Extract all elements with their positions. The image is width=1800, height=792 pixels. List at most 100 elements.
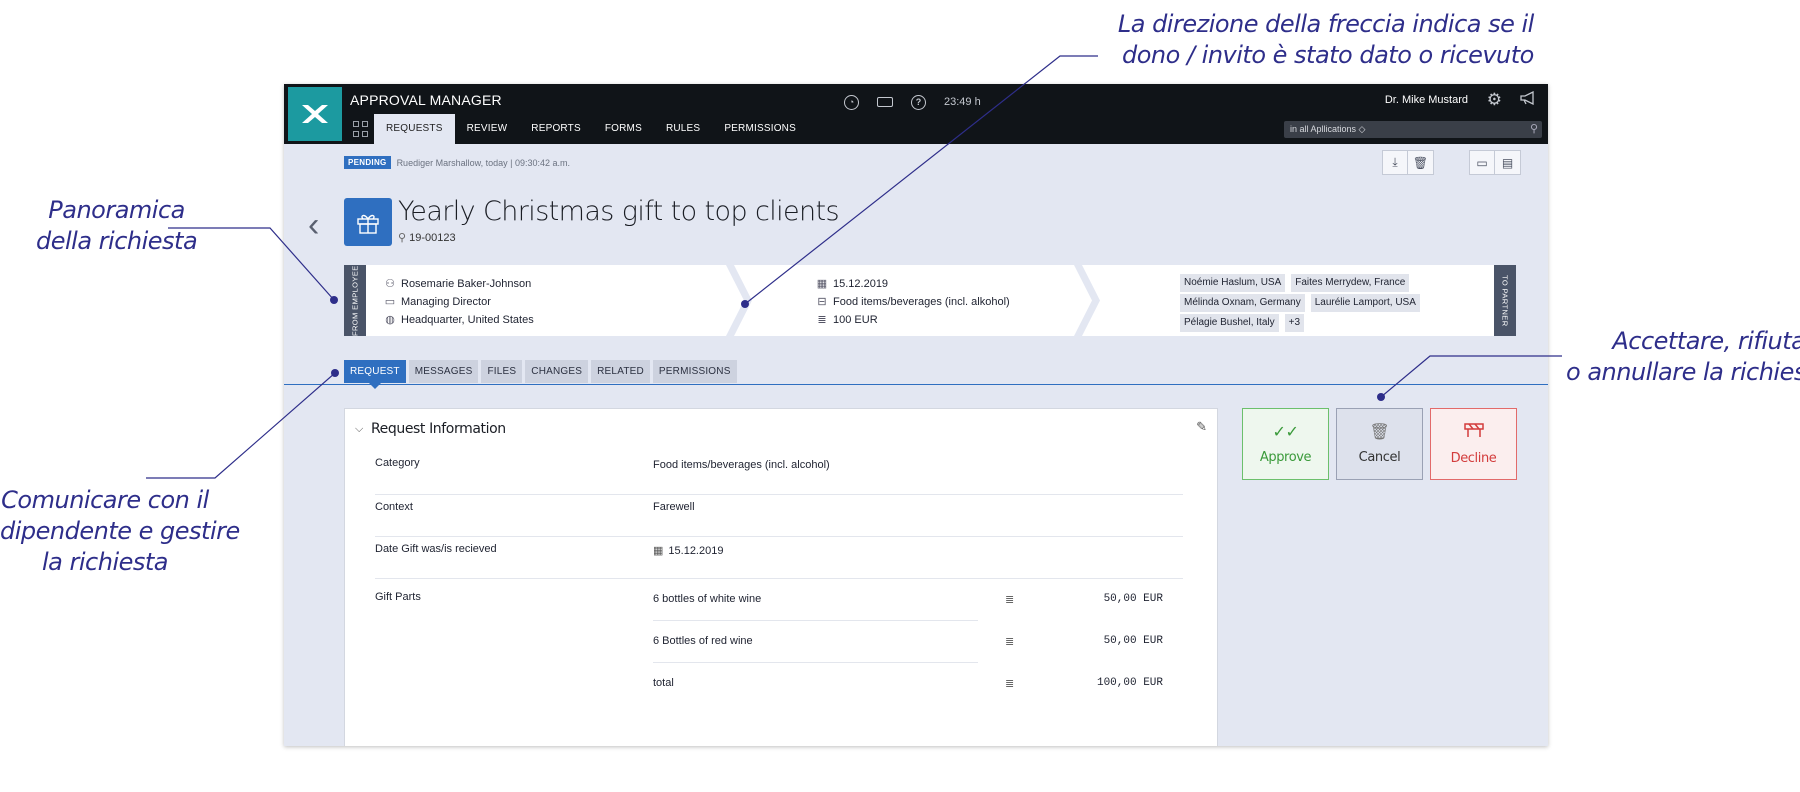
more-partners-chip[interactable]: +3	[1284, 314, 1305, 332]
gift-part-name: 6 bottles of white wine	[653, 593, 762, 605]
gift-date-line: ▦ 15.12.2019	[816, 275, 1010, 293]
decline-button[interactable]: Decline	[1430, 408, 1517, 480]
annotation-line: Comunicare con il	[1, 486, 209, 514]
employee-name-line: ⚇ Rosemarie Baker-Johnson	[384, 275, 534, 293]
coins-icon: ≣	[1005, 636, 1015, 648]
nav-rules[interactable]: RULES	[654, 114, 712, 144]
approve-label: Approve	[1259, 449, 1312, 465]
row-value: Food items/beverages (incl. alcohol)	[653, 459, 830, 471]
gift-icon	[344, 198, 392, 246]
annotation-line: La direzione della freccia indica se il	[1117, 10, 1534, 38]
panel-header[interactable]: ⌵ Request Information	[355, 421, 506, 437]
tab-related[interactable]: RELATED	[591, 360, 650, 383]
gift-part-row: 6 bottles of white wine ≣ 50,00 EUR	[653, 579, 1163, 621]
back-chevron-icon[interactable]: ‹	[308, 206, 319, 245]
view-tools: ▭ ▤	[1469, 150, 1521, 175]
row-value: 15.12.2019	[668, 544, 724, 557]
gift-part-row: 6 Bottles of red wine ≣ 50,00 EUR	[653, 621, 1163, 663]
gift-category-line: ⊟ Food items/beverages (incl. alkohol)	[816, 293, 1009, 311]
tab-request[interactable]: REQUEST	[344, 360, 406, 389]
tab-files[interactable]: FILES	[481, 360, 523, 383]
gear-icon[interactable]: ⚙	[1487, 90, 1502, 110]
app-logo[interactable]	[288, 87, 342, 141]
row-label: Category	[375, 457, 420, 469]
chevron-down-icon[interactable]: ⌵	[355, 422, 363, 436]
barrier-icon	[1463, 422, 1484, 441]
gift-part-total-row: total ≣ 100,00 EUR	[653, 663, 1163, 705]
cancel-label: Cancel	[1358, 449, 1401, 465]
nav-reports[interactable]: REPORTS	[519, 114, 593, 144]
approve-button[interactable]: ✓✓ Approve	[1242, 408, 1329, 480]
nav-review[interactable]: REVIEW	[455, 114, 520, 144]
tab-changes[interactable]: CHANGES	[525, 360, 589, 383]
partner-chip[interactable]: Laurélie Lamport, USA	[1310, 294, 1420, 312]
tab-messages[interactable]: MESSAGES	[408, 360, 479, 383]
user-name[interactable]: Dr. Mike Mustard	[1385, 94, 1468, 106]
request-tabs: REQUEST MESSAGES FILES CHANGES RELATED P…	[344, 360, 737, 389]
request-id-text: 19-00123	[409, 232, 456, 244]
annotation-communicate: Comunicare con il dipendente e gestire l…	[0, 485, 240, 578]
nav-requests[interactable]: REQUESTS	[374, 114, 455, 144]
row-label: Context	[375, 501, 413, 513]
download-icon[interactable]: ⤓	[1383, 151, 1408, 174]
application-search[interactable]: in all Apllications ◇ ⚲	[1284, 121, 1542, 138]
employee-segment: ⚇ Rosemarie Baker-Johnson ▭ Managing Direc…	[384, 275, 534, 329]
tab-permissions[interactable]: PERMISSIONS	[652, 360, 737, 383]
dashboard-icon[interactable]: ◔	[844, 94, 859, 110]
keyboard-icon[interactable]	[877, 97, 893, 107]
gift-part-amount: 50,00 EUR	[1103, 635, 1163, 647]
panel-title: Request Information	[370, 421, 506, 437]
approval-manager-window: APPROVAL MANAGER REQUESTS REVIEW REPORTS…	[284, 84, 1548, 746]
employee-location-line: ◍ Headquarter, United States	[384, 311, 534, 329]
nav-permissions[interactable]: PERMISSIONS	[712, 114, 808, 144]
file-tools: ⤓ 🗑	[1382, 150, 1434, 175]
info-row-context: Context Farewell	[375, 495, 1183, 537]
help-icon[interactable]: ?	[911, 94, 926, 110]
partner-chip[interactable]: Pélagie Bushel, Italy	[1180, 314, 1279, 332]
gift-part-name: total	[653, 677, 674, 689]
main-nav: REQUESTS REVIEW REPORTS FORMS RULES PERM…	[374, 114, 808, 144]
users-icon: ⚇	[385, 278, 395, 290]
row-label: Date Gift was/is recieved	[375, 543, 497, 555]
delete-icon[interactable]: 🗑	[1408, 151, 1433, 174]
row-value-date: ▦ 15.12.2019	[653, 544, 724, 558]
annotation-overview: Panoramica della richiesta	[36, 195, 198, 257]
annotation-arrow-direction: La direzione della freccia indica se il …	[1110, 9, 1534, 71]
coins-icon: ≣	[817, 314, 827, 326]
coins-icon: ≣	[1005, 594, 1015, 606]
cancel-button[interactable]: 🗑 Cancel	[1336, 408, 1423, 480]
top-utility-icons: ◔ ? 23:49 h	[844, 90, 981, 114]
employee-location: Headquarter, United States	[401, 314, 534, 326]
edit-pencil-icon[interactable]: ✎	[1196, 419, 1207, 435]
comment-icon[interactable]: ▭	[1470, 151, 1495, 174]
annotation-line: dipendente e gestire	[0, 517, 240, 545]
annotation-line: della richiesta	[36, 227, 198, 255]
annotation-actions: Accettare, rifiutare o annullare la rich…	[1566, 326, 1800, 388]
to-partner-tag: TO PARTNER	[1494, 265, 1516, 336]
search-icon[interactable]: ⚲	[1530, 121, 1538, 138]
request-information-panel: ⌵ Request Information ✎ Category Food it…	[344, 408, 1218, 746]
coins-icon: ≣	[1005, 678, 1015, 690]
gift-segment: ▦ 15.12.2019 ⊟ Food items/beverages (incl.…	[816, 275, 1010, 329]
document-icon[interactable]: ▤	[1495, 151, 1520, 174]
tabs-divider	[284, 384, 1548, 385]
gift-date: 15.12.2019	[833, 278, 889, 290]
scope-select[interactable]: in all Apllications ◇	[1290, 124, 1365, 134]
apps-grid-icon[interactable]	[353, 121, 369, 137]
annotation-line: o annullare la richiesta	[1566, 358, 1800, 386]
employee-name: Rosemarie Baker-Johnson	[401, 278, 532, 290]
gift-part-name: 6 Bottles of red wine	[653, 635, 753, 647]
partner-chip[interactable]: Faites Merrydew, France	[1291, 274, 1410, 292]
partner-chip[interactable]: Noémie Haslum, USA	[1180, 274, 1286, 292]
gift-amount: 100 EUR	[833, 314, 878, 326]
request-flow-overview: FROM EMPLOYEE TO PARTNER ⚇ Rosemarie Bake…	[344, 265, 1516, 336]
megaphone-icon[interactable]	[1520, 90, 1536, 109]
annotation-line: la richiesta	[42, 548, 169, 576]
clock-time: 23:49 h	[944, 96, 981, 108]
nav-forms[interactable]: FORMS	[593, 114, 654, 144]
trash-icon: 🗑	[1369, 421, 1390, 441]
logo-icon	[302, 105, 328, 123]
partner-chip[interactable]: Mélinda Oxnam, Germany	[1180, 294, 1305, 312]
basket-icon: ⊟	[817, 296, 827, 308]
globe-icon: ◍	[385, 314, 395, 326]
